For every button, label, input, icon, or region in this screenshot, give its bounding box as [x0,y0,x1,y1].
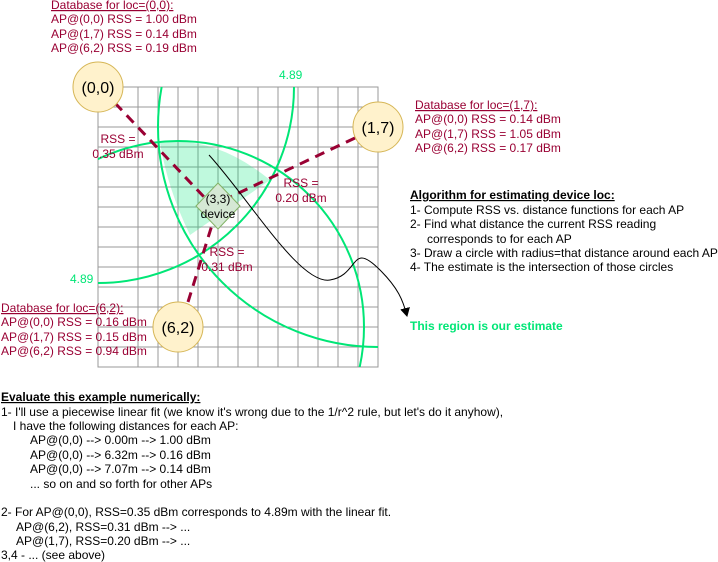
database-loc62-line: AP@(6,2) RSS = 0.94 dBm [1,344,147,358]
evaluate-line: AP@(6,2), RSS=0.31 dBm --> ... [16,520,190,534]
database-loc00-line: AP@(0,0) RSS = 1.00 dBm [51,12,197,26]
ap-label-62: (6,2) [162,320,195,337]
database-loc62-title: Database for loc=(6,2): [1,301,123,315]
localization-diagram: (3,3) device (0,0) (1,7) (6,2) RSS = 0.3… [1,0,718,562]
radius-label-top: 4.89 [279,68,303,82]
rss-ap17-line1: RSS = [283,176,318,190]
database-loc00-line: AP@(1,7) RSS = 0.14 dBm [51,27,197,41]
evaluate-block: Evaluate this example numerically: 1- I'… [1,390,503,562]
evaluate-line: AP@(0,0) --> 7.07m --> 0.14 dBm [30,462,211,476]
evaluate-line: AP@(0,0) --> 6.32m --> 0.16 dBm [30,448,211,462]
algorithm-step: 1- Compute RSS vs. distance functions fo… [410,203,684,217]
evaluate-line: AP@(1,7), RSS=0.20 dBm --> ... [16,534,190,548]
rss-ap62-line2: 0.31 dBm [201,260,252,274]
evaluate-line: I have the following distances for each … [13,419,238,433]
database-loc62-line: AP@(1,7) RSS = 0.15 dBm [1,330,147,344]
evaluate-title: Evaluate this example numerically: [1,390,200,404]
database-loc17-line: AP@(0,0) RSS = 0.14 dBm [415,112,561,126]
radius-label-left: 4.89 [70,272,94,286]
evaluate-line: 1- I'll use a piecewise linear fit (we k… [1,405,503,419]
database-loc00: Database for loc=(0,0): AP@(0,0) RSS = 1… [51,0,197,55]
rss-ap00-line2: 0.35 dBm [92,147,143,161]
device-coord: (3,3) [206,192,231,206]
database-loc17-line: AP@(1,7) RSS = 1.05 dBm [415,127,561,141]
estimate-label: This region is our estimate [410,319,563,333]
database-loc17: Database for loc=(1,7): AP@(0,0) RSS = 0… [415,98,561,155]
database-loc62-line: AP@(0,0) RSS = 0.16 dBm [1,315,147,329]
ap-label-17: (1,7) [362,120,395,137]
database-loc00-line: AP@(6,2) RSS = 0.19 dBm [51,41,197,55]
database-loc17-title: Database for loc=(1,7): [415,98,537,112]
database-loc17-line: AP@(6,2) RSS = 0.17 dBm [415,141,561,155]
rss-ap00-line1: RSS = [100,132,135,146]
database-loc62: Database for loc=(6,2): AP@(0,0) RSS = 0… [1,301,147,358]
evaluate-line: ... so on and so forth for other APs [30,477,212,491]
evaluate-line: 2- For AP@(0,0), RSS=0.35 dBm correspond… [1,505,391,519]
rss-ap62-line1: RSS = [209,245,244,259]
algorithm-step: 4- The estimate is the intersection of t… [410,260,673,274]
algorithm-step: 3- Draw a circle with radius=that distan… [410,246,718,260]
algorithm-step: corresponds to for each AP [427,232,572,246]
evaluate-line: 3,4 - ... (see above) [1,548,105,562]
algorithm-step: 2- Find what distance the current RSS re… [410,217,656,231]
device-label: device [201,207,236,221]
algorithm-title: Algorithm for estimating device loc: [410,188,615,202]
database-loc00-title: Database for loc=(0,0): [51,0,173,12]
algorithm-block: Algorithm for estimating device loc: 1- … [410,188,718,274]
rss-ap17-line2: 0.20 dBm [275,191,326,205]
ap-label-00: (0,0) [82,80,115,97]
evaluate-line: AP@(0,0) --> 0.00m --> 1.00 dBm [30,433,211,447]
